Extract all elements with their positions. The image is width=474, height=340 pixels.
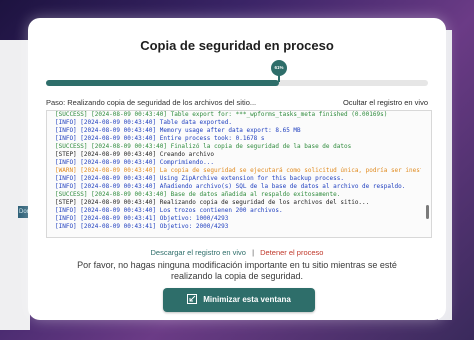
minimize-button-label: Minimizar esta ventana [203, 295, 291, 304]
log-line: [SUCCESS] [2024-08-09 00:43:40] Table ex… [55, 111, 388, 118]
stop-process-link[interactable]: Detener el proceso [260, 248, 323, 257]
log-line: [INFO] [2024-08-09 00:43:40] Comprimiend… [55, 159, 214, 166]
log-scrollbar-thumb[interactable] [426, 205, 429, 219]
log-line: [WARN] [2024-08-09 00:43:40] La copia de… [55, 167, 421, 174]
log-line: [INFO] [2024-08-09 00:43:40] Entire proc… [55, 135, 265, 142]
progress-fill [46, 80, 280, 86]
log-line: [INFO] [2024-08-09 00:43:40] Table data … [55, 119, 233, 126]
progress-bar: 61% [46, 60, 428, 86]
download-live-log-link[interactable]: Descargar el registro en vivo [151, 248, 246, 257]
log-line: [INFO] [2024-08-09 00:43:40] Los trozos … [55, 207, 283, 214]
log-line: [STEP] [2024-08-09 00:43:40] Realizando … [55, 199, 370, 206]
log-actions: Descargar el registro en vivo | Detener … [28, 248, 446, 257]
log-line: [INFO] [2024-08-09 00:43:41] Objetivo: 2… [55, 223, 229, 230]
log-line: [INFO] [2024-08-09 00:43:40] Memory usag… [55, 127, 301, 134]
hide-live-log-link[interactable]: Ocultar el registro en vivo [343, 98, 428, 107]
link-separator: | [252, 248, 255, 257]
log-line: [INFO] [2024-08-09 00:43:41] Objetivo: 1… [55, 215, 229, 222]
log-line: [INFO] [2024-08-09 00:43:40] Añadiendo a… [55, 183, 406, 190]
modal-title: Copia de seguridad en proceso [140, 38, 334, 53]
current-step-text: Paso: Realizando copia de seguridad de l… [46, 98, 257, 107]
log-line: [SUCCESS] [2024-08-09 00:43:40] Finalizó… [55, 143, 352, 150]
backup-progress-modal: Copia de seguridad en proceso 61% Paso: … [28, 18, 446, 320]
minimize-icon [187, 290, 198, 314]
log-line: [STEP] [2024-08-09 00:43:40] Creando arc… [55, 151, 214, 158]
live-log-panel[interactable]: [SUCCESS] [2024-08-09 00:43:40] Table ex… [46, 110, 432, 238]
minimize-window-button[interactable]: Minimizar esta ventana [163, 288, 315, 312]
step-row: Paso: Realizando copia de seguridad de l… [46, 98, 428, 110]
warning-message: Por favor, no hagas ninguna modificación… [77, 260, 397, 281]
log-line: [SUCCESS] [2024-08-09 00:43:40] Base de … [55, 191, 341, 198]
background-left-panel [0, 40, 30, 330]
log-line: [INFO] [2024-08-09 00:43:40] Using ZipAr… [55, 175, 344, 182]
progress-percent-badge: 61% [271, 60, 288, 82]
